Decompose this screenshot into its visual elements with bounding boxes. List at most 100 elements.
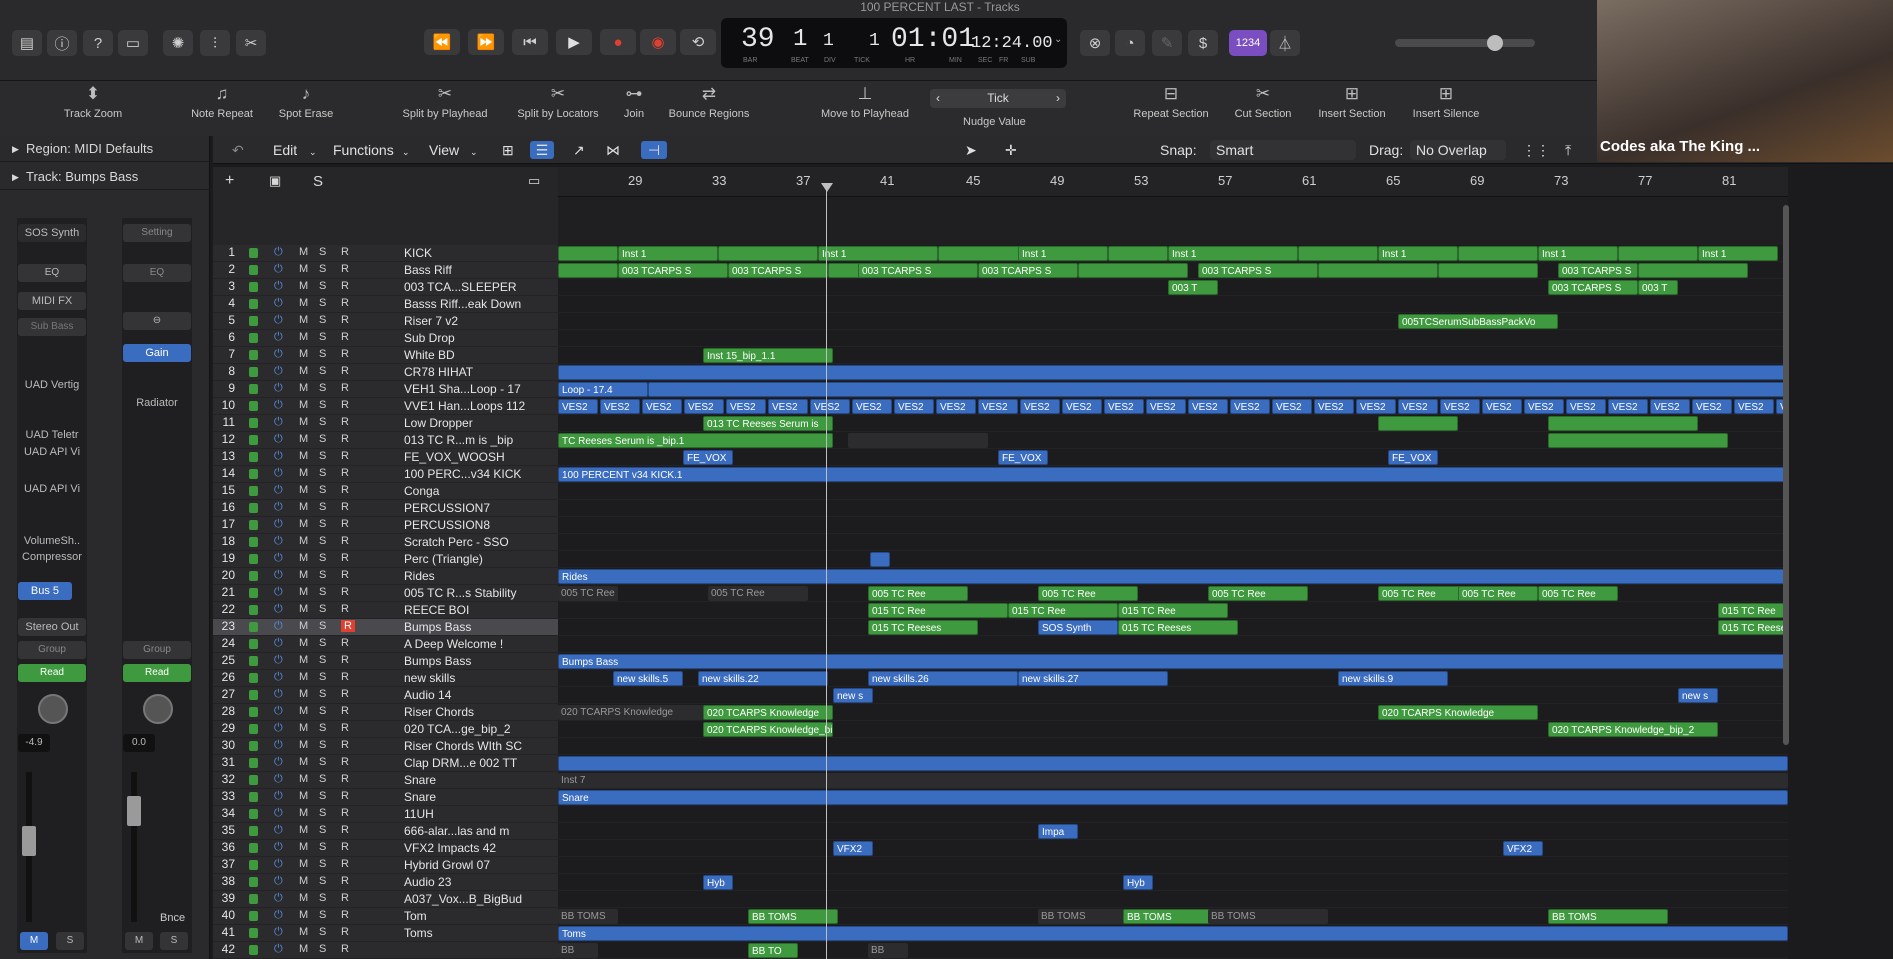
power-icon[interactable]: ⏻ xyxy=(274,875,283,888)
track-header[interactable]: 20 ⏻ M S R Rides xyxy=(213,568,558,585)
power-icon[interactable]: ⏻ xyxy=(274,399,283,412)
power-icon[interactable]: ⏻ xyxy=(274,365,283,378)
track-name[interactable]: A037_Vox...B_BigBud xyxy=(404,892,550,906)
bar-ruler[interactable]: 29 33 37 41 45 49 53 57 61 65 69 73 77 81 xyxy=(558,167,1788,197)
region[interactable]: 005 TC Ree xyxy=(1208,586,1308,601)
track-header[interactable]: 28 ⏻ M S R Riser Chords xyxy=(213,704,558,721)
region[interactable]: 015 TC Ree xyxy=(868,603,1008,618)
join-button[interactable]: ⊶ Join xyxy=(618,84,650,120)
solo-button[interactable]: S xyxy=(319,739,326,751)
group-slot-right[interactable]: Group xyxy=(123,641,191,659)
region[interactable]: 003 TCARPS S xyxy=(1198,263,1318,278)
plugin-slot-5[interactable]: UAD API Vi xyxy=(18,480,86,498)
region[interactable]: 003 T xyxy=(1638,280,1678,295)
power-icon[interactable]: ⏻ xyxy=(274,705,283,718)
repeat-section-button[interactable]: ⊟ Repeat Section xyxy=(1128,84,1214,120)
cut-section-button[interactable]: ✂ Cut Section xyxy=(1230,84,1296,120)
power-icon[interactable]: ⏻ xyxy=(274,450,283,463)
track-header[interactable]: 2 ⏻ M S R Bass Riff xyxy=(213,262,558,279)
mute-button[interactable]: M xyxy=(299,790,308,802)
master-volume-slider[interactable] xyxy=(1395,35,1535,51)
power-icon[interactable]: ⏻ xyxy=(274,807,283,820)
solo-button[interactable]: S xyxy=(319,501,326,513)
power-icon[interactable]: ⏻ xyxy=(274,501,283,514)
solo-button[interactable]: S xyxy=(319,535,326,547)
region[interactable]: VES2 xyxy=(1230,399,1270,414)
record-enable-button[interactable]: R xyxy=(341,450,349,462)
region[interactable]: new s xyxy=(833,688,873,703)
power-icon[interactable]: ⏻ xyxy=(274,586,283,599)
track-name[interactable]: Riser Chords WIth SC xyxy=(404,739,550,753)
region[interactable]: Inst 1 xyxy=(1168,246,1298,261)
power-icon[interactable]: ⏻ xyxy=(274,654,283,667)
region[interactable]: 005 TC Ree xyxy=(1458,586,1538,601)
track-name[interactable]: Conga xyxy=(404,484,550,498)
region[interactable]: VES2 xyxy=(642,399,682,414)
region[interactable]: FE_VOX xyxy=(1388,450,1438,465)
record-enable-button[interactable]: R xyxy=(341,535,349,547)
solo-button[interactable]: S xyxy=(319,705,326,717)
record-enable-button[interactable]: R xyxy=(341,382,349,394)
region[interactable]: TC Reeses Serum is _bip.1 xyxy=(558,433,833,448)
solo-button[interactable]: S xyxy=(319,620,326,632)
editors-icon[interactable]: ✂ xyxy=(236,30,266,56)
track-header[interactable]: 15 ⏻ M S R Conga xyxy=(213,483,558,500)
power-icon[interactable]: ⏻ xyxy=(274,603,283,616)
solo-button[interactable]: S xyxy=(319,943,326,955)
edit-menu[interactable]: Edit xyxy=(273,142,297,158)
playhead[interactable] xyxy=(826,185,827,959)
track-header[interactable]: 40 ⏻ M S R Tom xyxy=(213,908,558,925)
zoom-fit-icon[interactable]: ⤒ xyxy=(1565,142,1571,159)
group-slot[interactable]: Group xyxy=(18,641,86,659)
power-icon[interactable]: ⏻ xyxy=(274,535,283,548)
track-header[interactable]: 25 ⏻ M S R Bumps Bass xyxy=(213,653,558,670)
track-name[interactable]: Riser Chords xyxy=(404,705,550,719)
region[interactable]: VES2 xyxy=(1314,399,1354,414)
record-enable-button[interactable]: R xyxy=(341,484,349,496)
mute-button[interactable]: M xyxy=(299,518,308,530)
nudge-right-icon[interactable]: › xyxy=(1056,89,1060,108)
region[interactable]: VES2 xyxy=(1020,399,1060,414)
toolbar-icon[interactable]: ▭ xyxy=(118,30,148,56)
track-name[interactable]: Riser 7 v2 xyxy=(404,314,550,328)
track-name[interactable]: 003 TCA...SLEEPER xyxy=(404,280,550,294)
region[interactable]: VES2 xyxy=(810,399,850,414)
track-header[interactable]: 6 ⏻ M S R Sub Drop xyxy=(213,330,558,347)
track-name[interactable]: 020 TCA...ge_bip_2 xyxy=(404,722,550,736)
region[interactable]: Inst 1 xyxy=(1538,246,1618,261)
mute-button[interactable]: M xyxy=(299,484,308,496)
spot-erase-button[interactable]: ♪ Spot Erase xyxy=(272,84,340,120)
region[interactable]: Inst 1 xyxy=(1698,246,1778,261)
track-lane[interactable] xyxy=(558,942,1788,959)
power-icon[interactable]: ⏻ xyxy=(274,518,283,531)
record-enable-button[interactable]: R xyxy=(341,705,349,717)
mute-button[interactable]: M xyxy=(299,637,308,649)
solo-button[interactable]: S xyxy=(319,365,326,377)
solo-button[interactable]: S xyxy=(319,671,326,683)
solo-button[interactable]: S xyxy=(319,467,326,479)
power-icon[interactable]: ⏻ xyxy=(274,841,283,854)
record-enable-button[interactable]: R xyxy=(341,603,349,615)
track-header[interactable]: 23 ⏻ M S R Bumps Bass xyxy=(213,619,558,636)
record-enable-button[interactable]: R xyxy=(341,858,349,870)
track-lane[interactable] xyxy=(558,517,1788,534)
region[interactable]: BB TOMS xyxy=(1548,909,1668,924)
power-icon[interactable]: ⏻ xyxy=(274,637,283,650)
link-icon[interactable]: ⊖ xyxy=(123,312,191,330)
track-name[interactable]: VEH1 Sha...Loop - 17 xyxy=(404,382,550,396)
region[interactable] xyxy=(558,263,618,278)
track-name[interactable]: 100 PERC...v34 KICK xyxy=(404,467,550,481)
track-name[interactable]: 11UH xyxy=(404,807,550,821)
power-icon[interactable]: ⏻ xyxy=(274,722,283,735)
record-enable-button[interactable]: R xyxy=(341,756,349,768)
track-name[interactable]: Perc (Triangle) xyxy=(404,552,550,566)
insert-silence-button[interactable]: ⊞ Insert Silence xyxy=(1407,84,1485,120)
region[interactable]: BB xyxy=(868,943,908,958)
track-lane[interactable] xyxy=(558,500,1788,517)
region[interactable]: Hyb xyxy=(1123,875,1153,890)
power-icon[interactable]: ⏻ xyxy=(274,484,283,497)
grid-view-icon[interactable]: ⊞ xyxy=(502,142,514,159)
mute-button[interactable]: M xyxy=(299,654,308,666)
region[interactable]: 003 TCARPS S xyxy=(618,263,728,278)
mute-button[interactable]: M xyxy=(299,450,308,462)
